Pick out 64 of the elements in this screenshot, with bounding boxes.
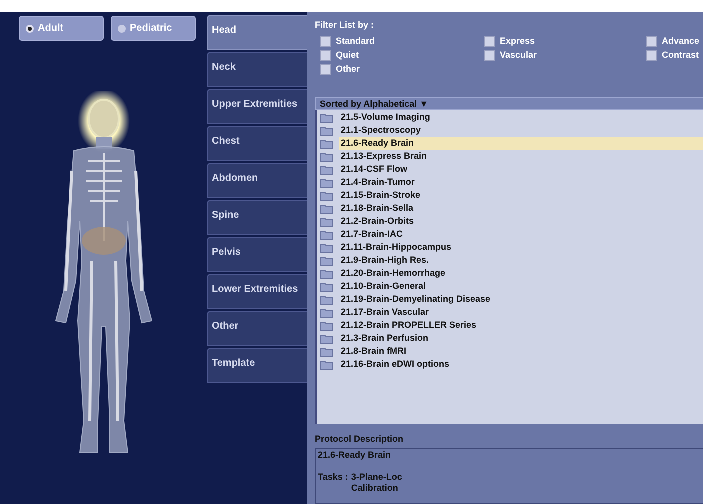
filter-checkbox[interactable]: Advance [646,35,703,47]
protocol-item[interactable]: 21.18-Brain-Sella [339,202,703,215]
protocol-item[interactable]: 21.1-Spectroscopy [339,124,703,137]
folder-icon [320,152,333,162]
protocol-item[interactable]: 21.20-Brain-Hemorrhage [339,267,703,280]
filter-checkbox[interactable]: Express [484,35,646,47]
folder-icon [320,204,333,214]
filter-label: Filter List by : [315,20,376,30]
body-region-tab[interactable]: Template [207,348,307,383]
filter-checkbox[interactable]: Standard [320,35,484,47]
folder-icon [320,112,333,122]
protocol-item[interactable]: 21.16-Brain eDWI options [339,358,703,371]
protocol-item[interactable]: 21.13-Express Brain [339,150,703,163]
protocol-item[interactable]: 21.4-Brain-Tumor [339,176,703,189]
sort-header[interactable]: Sorted by Alphabetical ▼ [315,97,703,110]
folder-icon [320,190,333,200]
description-title: 21.6-Ready Brain [318,450,392,460]
folder-icon [320,256,333,266]
folder-icon [320,282,333,292]
body-region-tab[interactable]: Head [207,15,307,50]
folder-icon [320,230,333,240]
protocol-item[interactable]: 21.12-Brain PROPELLER Series [339,319,703,332]
protocol-item[interactable]: 21.6-Ready Brain [339,137,703,150]
folder-icon [320,308,333,318]
protocol-item[interactable]: 21.15-Brain-Stroke [339,189,703,202]
task-text: Calibration [351,483,400,493]
folder-icon [320,126,333,136]
folder-icon [320,346,333,356]
folder-icon [320,360,333,370]
protocol-item[interactable]: 21.10-Brain-General [339,280,703,293]
filter-checkbox[interactable]: Contrast [646,49,703,61]
body-region-tab[interactable]: Lower Extremities [207,274,307,309]
task-text: 3-Plane-Loc [351,472,402,482]
folder-icon [320,164,333,174]
protocol-item[interactable]: 21.19-Brain-Demyelinating Disease [339,293,703,306]
protocol-item[interactable]: 21.17-Brain Vascular [339,306,703,319]
protocol-item[interactable]: 21.14-CSF Flow [339,163,703,176]
folder-icon [320,216,333,226]
body-region-tab[interactable]: Spine [207,200,307,235]
protocol-item[interactable]: 21.3-Brain Perfusion [339,332,703,345]
body-region-tab[interactable]: Other [207,311,307,346]
folder-icon [320,242,333,252]
folder-icon [320,320,333,330]
body-region-tab[interactable]: Neck [207,52,307,87]
folder-icon [320,138,333,148]
body-region-tab[interactable]: Upper Extremities [207,89,307,124]
filter-checkbox[interactable]: Vascular [484,49,646,61]
body-region-tab[interactable]: Abdomen [207,163,307,198]
description-label: Protocol Description [315,434,405,444]
body-region-tab[interactable]: Chest [207,126,307,161]
folder-icon [320,294,333,304]
tasks-label: Tasks : [318,472,348,484]
protocol-item[interactable]: 21.8-Brain fMRI [339,345,703,358]
protocol-item[interactable]: 21.7-Brain-IAC [339,228,703,241]
filter-checkbox[interactable]: Quiet [320,49,484,61]
folder-icon [320,334,333,344]
protocol-item[interactable]: 21.2-Brain-Orbits [339,215,703,228]
folder-icon [320,268,333,278]
folder-icon [320,178,333,188]
filter-checkbox[interactable]: Other [320,63,484,75]
protocol-item[interactable]: 21.11-Brain-Hippocampus [339,241,703,254]
protocol-item[interactable]: 21.5-Volume Imaging [339,111,703,124]
body-region-tab[interactable]: Pelvis [207,237,307,272]
protocol-item[interactable]: 21.9-Brain-High Res. [339,254,703,267]
